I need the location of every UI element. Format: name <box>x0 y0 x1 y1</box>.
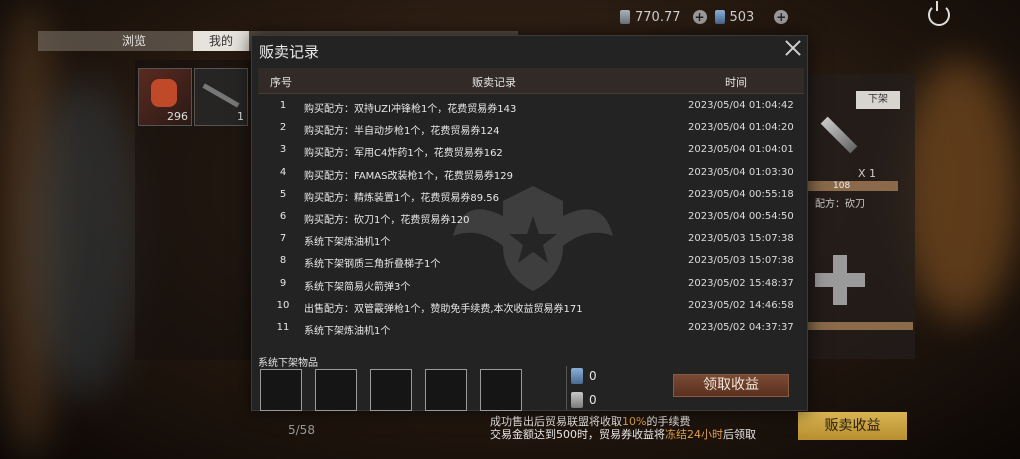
row-record: 系统下架简易火箭弹3个 <box>304 281 411 293</box>
trade-ticket-icon <box>620 10 630 24</box>
unlisted-item-slot[interactable] <box>315 369 357 411</box>
power-icon[interactable] <box>928 1 950 26</box>
row-time: 2023/05/04 01:04:20 <box>688 122 794 134</box>
row-record: 购买配方：半自动步枪1个，花费贸易券124 <box>304 126 500 138</box>
row-time: 2023/05/02 14:46:58 <box>688 299 794 311</box>
row-seq: 2 <box>279 122 287 134</box>
row-seq: 5 <box>279 188 287 200</box>
currency-a-amount: 770.77 <box>635 9 681 25</box>
listing-quantity: X 1 <box>858 167 877 180</box>
unlisted-item-slot[interactable] <box>425 369 467 411</box>
unlisted-item-slot[interactable] <box>480 369 522 411</box>
table-row: 3 购买配方：军用C4炸药1个，花费贸易券162 2023/05/04 01:04:… <box>258 140 804 162</box>
row-time: 2023/05/04 01:03:30 <box>688 166 794 178</box>
unlist-button[interactable]: 下架 <box>856 91 900 109</box>
divider <box>566 366 567 410</box>
record-list[interactable]: 1 购买配方：双持UZI冲锋枪1个，花费贸易券143 2023/05/04 01:0… <box>258 96 804 346</box>
unlisted-item-slot[interactable] <box>260 369 302 411</box>
row-record: 购买配方：军用C4炸药1个，花费贸易券162 <box>304 148 503 160</box>
table-row: 7 系统下架炼油机1个 2023/05/03 15:07:38 <box>258 229 804 251</box>
table-row: 8 系统下架钢质三角折叠梯子1个 2023/05/03 15:07:38 <box>258 251 804 273</box>
system-unlisted-label: 系统下架物品 <box>258 358 318 369</box>
row-time: 2023/05/04 00:55:18 <box>688 188 794 200</box>
row-seq: 6 <box>279 210 287 222</box>
table-row: 5 购买配方：精炼装置1个，花费贸易券89.56 2023/05/04 00:55:… <box>258 185 804 207</box>
card-ticket-icon <box>571 368 583 384</box>
table-row: 11 系统下架炼油机1个 2023/05/02 04:37:37 <box>258 318 804 340</box>
fee-notice: 成功售出后贸易联盟将收取10%的手续费 交易金额达到500时，贸易券收益将冻结2… <box>490 415 756 441</box>
currency-bar: 770.77 + 503 + <box>620 6 1020 28</box>
column-record: 贩卖记录 <box>472 76 516 89</box>
inventory-slot[interactable]: 1 <box>194 68 248 126</box>
rifle-icon <box>202 83 240 108</box>
table-row: 9 系统下架简易火箭弹3个 2023/05/02 15:48:37 <box>258 274 804 296</box>
page-counter: 5/58 <box>288 423 315 437</box>
record-rows: 1 购买配方：双持UZI冲锋枪1个，花费贸易券143 2023/05/04 01:0… <box>258 96 804 340</box>
row-record: 购买配方：砍刀1个，花费贸易券120 <box>304 214 470 226</box>
row-time: 2023/05/04 01:04:01 <box>688 144 794 156</box>
tab-mine[interactable]: 我的 <box>193 31 250 51</box>
table-row: 10 出售配方：双管霰弹枪1个，赞助免手续费,本次收益贸易券171 2023/05/… <box>258 296 804 318</box>
row-time: 2023/05/03 15:07:38 <box>688 233 794 245</box>
card-currency-icon <box>714 10 725 24</box>
add-currency-a-button[interactable]: + <box>692 10 707 24</box>
row-seq: 11 <box>276 321 290 333</box>
unlisted-item-slot[interactable] <box>370 369 412 411</box>
row-record: 系统下架钢质三角折叠梯子1个 <box>304 259 441 271</box>
table-row: 2 购买配方：半自动步枪1个，花费贸易券124 2023/05/04 01:04:2… <box>258 118 804 140</box>
ticket-a-value: 0 <box>589 369 597 383</box>
claim-income-button[interactable]: 领取收益 <box>673 374 789 397</box>
inventory-panel: 296 1 <box>135 60 251 360</box>
table-header: 序号 贩卖记录 时间 <box>258 68 804 94</box>
listing-detail-panel <box>803 74 915 359</box>
row-record: 出售配方：双管霰弹枪1个，赞助免手续费,本次收益贸易券171 <box>304 303 583 315</box>
column-time: 时间 <box>725 76 747 89</box>
trade-ticket-icon <box>571 392 583 408</box>
dialog-title: 贩卖记录 <box>259 43 320 61</box>
row-seq: 3 <box>279 144 287 156</box>
row-seq: 9 <box>279 277 287 289</box>
row-seq: 8 <box>279 255 287 267</box>
item-count: 1 <box>237 110 244 123</box>
add-currency-b-button[interactable]: + <box>774 10 789 24</box>
backpack-icon <box>151 79 177 107</box>
row-time: 2023/05/03 15:07:38 <box>688 255 794 267</box>
table-row: 6 购买配方：砍刀1个，花费贸易券120 2023/05/04 00:54:50 <box>258 207 804 229</box>
item-count: 296 <box>167 110 188 123</box>
row-seq: 10 <box>276 299 290 311</box>
column-seq: 序号 <box>270 76 292 89</box>
row-time: 2023/05/02 04:37:37 <box>688 321 794 333</box>
add-listing-icon[interactable] <box>815 255 865 305</box>
listing-divider <box>803 322 913 330</box>
row-seq: 7 <box>279 233 287 245</box>
listing-recipe-name: 配方：砍刀 <box>815 199 865 210</box>
row-seq: 4 <box>279 166 287 178</box>
sales-record-dialog: 贩卖记录 序号 贩卖记录 时间 1 购买配方：双持UZI冲锋枪1个，花费贸易券14… <box>251 35 808 411</box>
sell-income-button[interactable]: 贩卖收益 <box>798 412 907 440</box>
row-time: 2023/05/02 15:48:37 <box>688 277 794 289</box>
currency-b-amount: 503 <box>729 9 755 25</box>
row-time: 2023/05/04 00:54:50 <box>688 210 794 222</box>
row-record: 购买配方：双持UZI冲锋枪1个，花费贸易券143 <box>304 104 517 115</box>
table-row: 1 购买配方：双持UZI冲锋枪1个，花费贸易券143 2023/05/04 01:0… <box>258 96 804 118</box>
table-row: 4 购买配方：FAMAS改装枪1个，花费贸易券129 2023/05/04 01:0… <box>258 163 804 185</box>
tab-browse[interactable]: 浏览 <box>122 31 146 51</box>
row-record: 系统下架炼油机1个 <box>304 325 391 337</box>
listing-price: 108 <box>803 181 898 191</box>
inventory-slot[interactable]: 296 <box>138 68 192 126</box>
row-record: 购买配方：精炼装置1个，花费贸易券89.56 <box>304 192 499 204</box>
row-time: 2023/05/04 01:04:42 <box>688 100 794 111</box>
row-record: 系统下架炼油机1个 <box>304 237 391 249</box>
row-record: 购买配方：FAMAS改装枪1个，花费贸易券129 <box>304 170 513 182</box>
row-seq: 1 <box>279 100 287 111</box>
ticket-b-value: 0 <box>589 393 597 407</box>
close-icon[interactable] <box>783 38 803 58</box>
